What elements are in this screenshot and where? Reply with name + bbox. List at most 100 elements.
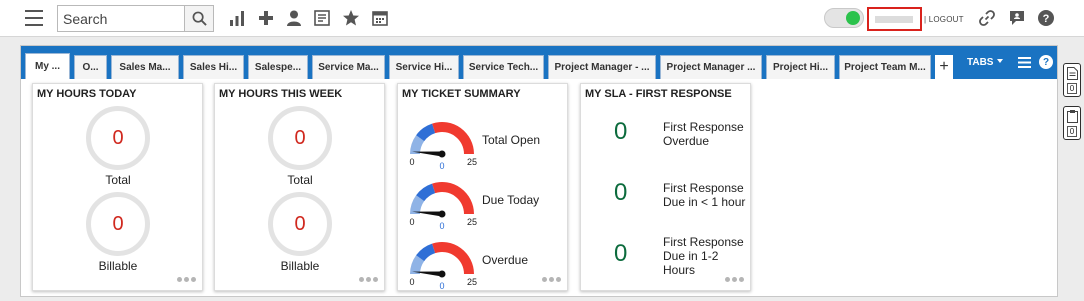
gauge-min-label: 0 <box>409 157 414 167</box>
tab-bar: My ... O... Sales Ma... Sales Hi... Sale… <box>21 46 1057 79</box>
widget-hours-week: MY HOURS THIS WEEK 0 Total 0 Billable <box>214 83 385 291</box>
gauge-max-label: 25 <box>467 277 477 287</box>
gauge-label: Overdue <box>482 253 529 267</box>
widget-title: MY HOURS THIS WEEK <box>219 88 343 100</box>
help-icon[interactable]: ? <box>1037 9 1055 27</box>
gauge-min-label: 0 <box>409 277 414 287</box>
form-icon[interactable] <box>313 9 331 27</box>
tab-sales-history[interactable]: Sales Hi... <box>183 55 244 79</box>
widget-ticket-summary: MY TICKET SUMMARY 0 25 0 Total Open 0 25 0 Due … <box>397 83 568 291</box>
search-input[interactable] <box>58 6 184 31</box>
more-options-icon[interactable] <box>723 269 744 287</box>
user-name-box[interactable] <box>867 7 922 31</box>
tab-o[interactable]: O... <box>74 55 107 79</box>
gauge-max-label: 25 <box>467 157 477 167</box>
bar-chart-icon[interactable] <box>228 9 246 27</box>
gauge-label: Due Today <box>482 193 540 207</box>
sla-label-line: Due in 1-2 <box>663 249 719 263</box>
gauge-value-label: 0 <box>439 221 444 230</box>
sla-overdue-value: 0 <box>614 118 628 145</box>
tab-project-manager-1[interactable]: Project Manager - ... <box>548 55 656 79</box>
tab-help-icon[interactable]: ? <box>1039 55 1053 69</box>
add-tab-button[interactable]: + <box>935 55 953 79</box>
tab-sales-manager[interactable]: Sales Ma... <box>111 55 179 79</box>
gauge-2: 0 25 0 <box>409 182 477 230</box>
sla-overdue-label: First Response Overdue <box>663 120 744 148</box>
billable-label: Billable <box>280 259 320 273</box>
widget-sla-first-response: MY SLA - FIRST RESPONSE 0 First Response… <box>580 83 751 291</box>
gauge-value-label: 0 <box>439 161 444 170</box>
document-icon <box>1067 67 1078 80</box>
total-ring: 0 <box>86 106 150 170</box>
gauge-3: 0 25 0 <box>409 242 477 290</box>
more-options-icon[interactable] <box>175 269 196 287</box>
tab-salesperson[interactable]: Salespe... <box>248 55 308 79</box>
sla-due-1h-label: First Response Due in < 1 hour <box>663 181 745 209</box>
calendar-icon[interactable] <box>371 9 389 27</box>
gauge-hub <box>438 210 446 218</box>
gauge-min-label: 0 <box>409 217 414 227</box>
tabs-menu-button[interactable]: TABS <box>967 57 1004 68</box>
gauge-band-high <box>432 242 474 274</box>
billable-value: 0 <box>112 212 124 235</box>
gauge-max-label: 25 <box>467 217 477 227</box>
widget-title: MY HOURS TODAY <box>37 88 137 100</box>
tab-service-history[interactable]: Service Hi... <box>389 55 459 79</box>
person-icon[interactable] <box>285 9 303 27</box>
list-icon[interactable] <box>1018 57 1031 68</box>
gauge-band-high <box>432 182 474 214</box>
clipboard-count: 0 <box>1067 126 1077 137</box>
chat-icon[interactable] <box>1008 9 1026 27</box>
gauge-1: 0 25 0 <box>409 122 477 170</box>
billable-ring: 0 <box>86 192 150 256</box>
widget-hours-today: MY HOURS TODAY 0 Total 0 Billable <box>32 83 203 291</box>
documents-badge-button[interactable]: 0 <box>1063 63 1081 97</box>
top-toolbar: | LOGOUT ? <box>0 0 1084 37</box>
gauge-hub <box>438 270 446 278</box>
total-label: Total <box>105 173 131 187</box>
sla-label-line: First Response <box>663 120 744 134</box>
caret-down-icon <box>997 59 1004 63</box>
widget-title: MY SLA - FIRST RESPONSE <box>585 88 732 100</box>
sla-due-1h-value: 0 <box>614 179 628 206</box>
dashboard-panel: My ... O... Sales Ma... Sales Hi... Sale… <box>20 45 1058 297</box>
gauge-label: Total Open <box>482 133 541 147</box>
logout-link[interactable]: | LOGOUT <box>924 15 964 24</box>
link-icon[interactable] <box>978 9 996 27</box>
svg-text:?: ? <box>1043 13 1050 25</box>
star-icon[interactable] <box>342 9 360 27</box>
widget-title: MY TICKET SUMMARY <box>402 88 521 100</box>
gauge-band-high <box>432 122 474 154</box>
billable-label: Billable <box>98 259 138 273</box>
total-value: 0 <box>112 126 124 149</box>
sla-due-1-2h-value: 0 <box>614 240 628 267</box>
total-label: Total <box>287 173 313 187</box>
sla-label-line: Overdue <box>663 134 710 148</box>
clipboard-badge-button[interactable]: 0 <box>1063 106 1081 140</box>
tab-my[interactable]: My ... <box>25 53 70 79</box>
total-ring: 0 <box>268 106 332 170</box>
search-button[interactable] <box>184 6 213 31</box>
gauge-hub <box>438 150 446 158</box>
billable-ring: 0 <box>268 192 332 256</box>
tab-project-manager-2[interactable]: Project Manager ... <box>660 55 762 79</box>
sla-label-line: Due in < 1 hour <box>663 195 746 209</box>
status-toggle[interactable] <box>824 8 864 28</box>
search-icon <box>192 11 207 26</box>
tab-service-manager[interactable]: Service Ma... <box>312 55 385 79</box>
sla-label-line: First Response <box>663 181 744 195</box>
more-options-icon[interactable] <box>357 269 378 287</box>
tab-project-team[interactable]: Project Team M... <box>839 55 931 79</box>
gauge-value-label: 0 <box>439 281 444 290</box>
documents-count: 0 <box>1067 83 1077 94</box>
tab-service-tech[interactable]: Service Tech... <box>463 55 544 79</box>
search-box <box>57 5 214 32</box>
plus-icon[interactable] <box>257 9 275 27</box>
clipboard-icon <box>1067 110 1078 123</box>
hamburger-icon[interactable] <box>25 10 43 26</box>
more-options-icon[interactable] <box>540 269 561 287</box>
sla-label-line: First Response <box>663 235 744 249</box>
tab-project-history[interactable]: Project Hi... <box>766 55 835 79</box>
total-value: 0 <box>294 126 306 149</box>
billable-value: 0 <box>294 212 306 235</box>
